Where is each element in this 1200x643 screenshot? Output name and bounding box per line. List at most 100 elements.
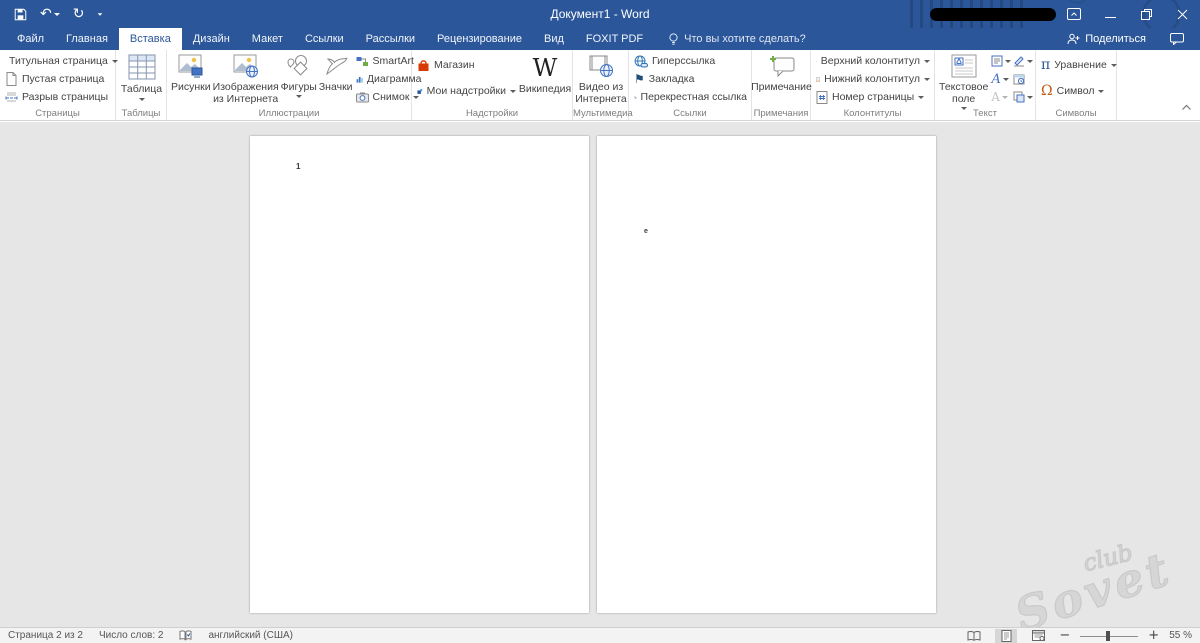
blank-page-button[interactable]: Пустая страница — [3, 70, 113, 88]
save-button[interactable] — [14, 8, 27, 21]
table-button[interactable]: Таблица — [119, 52, 164, 101]
proofing-status-icon[interactable] — [179, 630, 192, 641]
tab-file[interactable]: Файл — [6, 28, 55, 50]
object-button[interactable] — [1013, 91, 1035, 103]
ribbon-group-header-footer: Верхний колонтитул Нижний колонтитул Ном… — [811, 50, 935, 120]
ribbon-group-text: Текстовое поле А — [935, 50, 1036, 120]
comment-label: Примечание — [751, 81, 812, 93]
page-number-label: Номер страницы — [832, 91, 914, 103]
text-box-label: Текстовое поле — [939, 81, 988, 105]
zoom-slider[interactable] — [1080, 629, 1138, 643]
store-button[interactable]: Магазин — [415, 56, 518, 74]
footer-button[interactable]: Нижний колонтитул — [814, 70, 932, 88]
print-layout-icon — [1001, 630, 1012, 642]
collapse-ribbon-button[interactable] — [1181, 98, 1192, 116]
wordart-button[interactable]: А — [991, 73, 1013, 86]
page-number-button[interactable]: Номер страницы — [814, 88, 932, 106]
tab-home[interactable]: Главная — [55, 28, 119, 50]
bookmark-button[interactable]: ⚑ Закладка — [632, 70, 749, 88]
my-addins-button[interactable]: Мои надстройки — [415, 82, 518, 100]
screenshot-label: Снимок — [373, 91, 410, 103]
signature-line-icon — [1013, 55, 1025, 67]
zoom-out-button[interactable]: − — [1059, 629, 1070, 643]
tab-foxit-pdf[interactable]: FOXIT PDF — [575, 28, 654, 50]
shapes-button[interactable]: Фигуры — [280, 52, 318, 106]
online-pictures-button[interactable]: Изображения из Интернета — [212, 52, 280, 106]
view-read-mode-button[interactable] — [963, 629, 985, 643]
read-mode-icon — [967, 631, 981, 641]
group-label-text: Текст — [935, 108, 1035, 119]
document-page-2[interactable]: e — [597, 136, 936, 613]
share-button[interactable]: Поделиться — [1067, 33, 1146, 45]
cross-reference-button[interactable]: Перекрестная ссылка — [632, 88, 749, 106]
smartart-label: SmartArt — [373, 55, 414, 67]
group-label-tables: Таблицы — [116, 108, 166, 119]
symbol-button[interactable]: Ω Символ — [1039, 82, 1114, 100]
word-application-window: ↶ ↻ Документ1 - Word — [0, 0, 1200, 643]
redo-button[interactable]: ↻ — [73, 7, 85, 21]
drop-cap-icon: A — [991, 91, 1000, 103]
zoom-in-button[interactable]: + — [1148, 629, 1159, 643]
ribbon-group-tables: Таблица Таблицы — [116, 50, 167, 120]
drop-cap-dropdown-icon — [1002, 96, 1008, 99]
wikipedia-button[interactable]: W Википедия — [518, 52, 572, 104]
page-break-label: Разрыв страницы — [22, 91, 108, 103]
undo-dropdown-icon — [54, 13, 60, 16]
tell-me-box[interactable]: Что вы хотите сделать? — [668, 28, 806, 50]
page-1-text: 1 — [296, 162, 300, 171]
ribbon-tab-bar: Файл Главная Вставка Дизайн Макет Ссылки… — [0, 28, 1200, 50]
icons-button[interactable]: Значки — [318, 52, 354, 106]
cover-page-button[interactable]: Титульная страница — [3, 52, 113, 70]
equation-label: Уравнение — [1054, 59, 1107, 71]
ribbon-insert: Титульная страница Пустая страница Разры… — [0, 50, 1200, 121]
signature-line-button[interactable] — [1013, 55, 1035, 67]
tabrow-right-cluster: Поделиться — [1067, 28, 1200, 50]
table-dropdown-icon — [139, 98, 145, 101]
header-button[interactable]: Верхний колонтитул — [814, 52, 932, 70]
group-label-links: Ссылки — [629, 108, 751, 119]
quick-parts-button[interactable] — [991, 55, 1013, 67]
tab-design[interactable]: Дизайн — [182, 28, 241, 50]
customize-qat-button[interactable] — [97, 13, 103, 16]
sovet-club-watermark: club Sovet — [1004, 529, 1178, 627]
wordart-dropdown-icon — [1003, 78, 1009, 81]
pictures-button[interactable]: Рисунки — [170, 52, 212, 106]
tab-mailings[interactable]: Рассылки — [355, 28, 426, 50]
datetime-button[interactable] — [1013, 73, 1035, 85]
store-icon — [417, 59, 430, 72]
tab-references[interactable]: Ссылки — [294, 28, 355, 50]
text-box-button[interactable]: Текстовое поле — [938, 52, 989, 110]
online-video-button[interactable]: Видео из Интернета — [576, 52, 626, 105]
drop-cap-button[interactable]: A — [991, 91, 1013, 103]
online-pictures-icon — [233, 54, 259, 78]
status-language[interactable]: английский (США) — [208, 630, 293, 641]
status-word-count[interactable]: Число слов: 2 — [99, 630, 163, 641]
equation-dropdown-icon — [1111, 64, 1117, 67]
status-page-indicator[interactable]: Страница 2 из 2 — [8, 630, 83, 641]
document-page-1[interactable]: 1 — [250, 136, 589, 613]
tab-review[interactable]: Рецензирование — [426, 28, 533, 50]
table-label: Таблица — [121, 83, 162, 95]
feedback-comment-icon[interactable] — [1170, 33, 1184, 45]
signature-line-dropdown-icon — [1027, 60, 1033, 63]
restore-button[interactable] — [1128, 0, 1164, 28]
view-web-layout-button[interactable] — [1027, 629, 1049, 643]
zoom-slider-handle[interactable] — [1106, 631, 1110, 641]
redo-icon: ↻ — [73, 7, 85, 21]
ribbon-filler — [1117, 50, 1200, 120]
minimize-button[interactable] — [1092, 0, 1128, 28]
quick-parts-icon — [991, 55, 1003, 67]
comment-button[interactable]: Примечание — [755, 52, 808, 93]
close-button[interactable] — [1164, 0, 1200, 28]
page-break-button[interactable]: Разрыв страницы — [3, 88, 113, 106]
tab-view[interactable]: Вид — [533, 28, 575, 50]
zoom-level[interactable]: 55 % — [1169, 630, 1192, 641]
ribbon-display-options-button[interactable] — [1056, 0, 1092, 28]
tab-layout[interactable]: Макет — [241, 28, 294, 50]
tab-insert[interactable]: Вставка — [119, 28, 182, 50]
undo-button[interactable]: ↶ — [40, 7, 60, 21]
view-print-layout-button[interactable] — [995, 629, 1017, 643]
hyperlink-button[interactable]: Гиперссылка — [632, 52, 749, 70]
hyperlink-label: Гиперссылка — [652, 55, 715, 67]
equation-button[interactable]: π Уравнение — [1039, 56, 1114, 74]
